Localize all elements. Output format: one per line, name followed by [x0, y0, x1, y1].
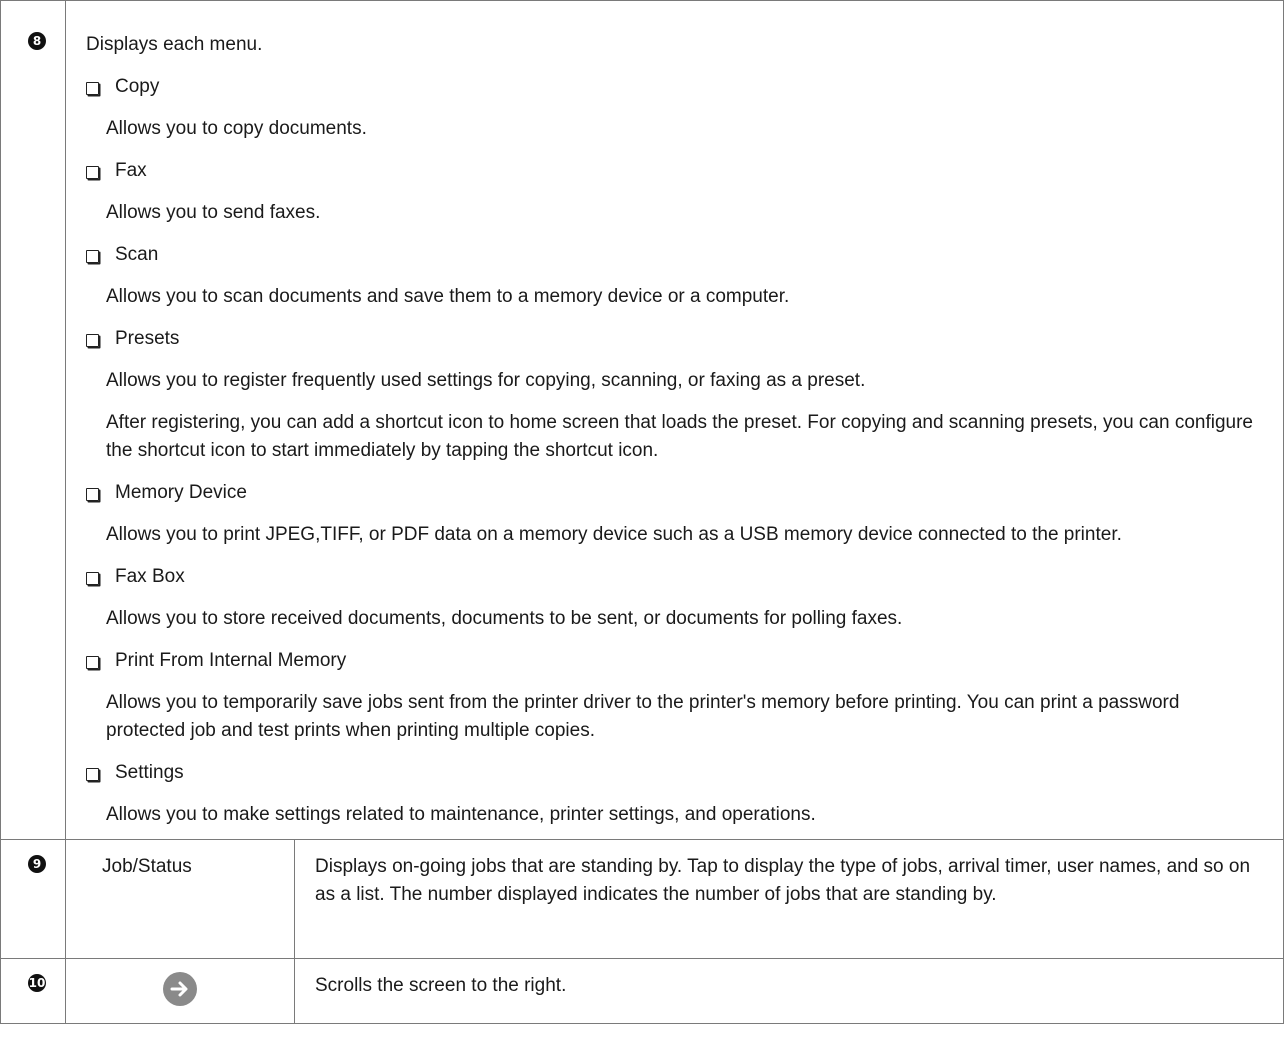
- checkbox-bullet-icon: [86, 571, 99, 585]
- menu-item-label: Fax Box: [115, 566, 185, 587]
- menu-item-description: Allows you to print JPEG,TIFF, or PDF da…: [106, 524, 1122, 545]
- menu-item-heading: Fax Box: [86, 563, 1263, 591]
- menu-item-description: Allows you to scan documents and save th…: [106, 286, 790, 307]
- checkbox-bullet-icon: [86, 487, 99, 501]
- item-description: Scrolls the screen to the right.: [315, 975, 567, 996]
- menu-item-description: Allows you to make settings related to m…: [106, 804, 816, 825]
- menu-item-description: Allows you to copy documents.: [106, 118, 367, 139]
- row-number-badge: 10: [28, 974, 46, 992]
- manual-page: 8 Displays each menu. Copy Allows you to …: [0, 0, 1284, 1063]
- table-row-8: 8 Displays each menu. Copy Allows you to …: [0, 0, 1284, 840]
- item-name: Job/Status: [102, 856, 192, 877]
- row-number-cell: 8: [0, 0, 66, 840]
- menu-item-heading: Fax: [86, 157, 1263, 185]
- menu-item-description: Allows you to temporarily save jobs sent…: [106, 692, 1180, 741]
- menu-item-heading: Presets: [86, 325, 1263, 353]
- menu-description-table: 8 Displays each menu. Copy Allows you to …: [0, 0, 1284, 1024]
- checkbox-bullet-icon: [86, 767, 99, 781]
- table-row-9: 9 Job/Status Displays on-going jobs that…: [0, 839, 1284, 959]
- menu-item-heading: Scan: [86, 241, 1263, 269]
- table-row-10: 10 Scrolls the screen to the right.: [0, 958, 1284, 1024]
- menu-item-label: Print From Internal Memory: [115, 650, 347, 671]
- checkbox-bullet-icon: [86, 655, 99, 669]
- menu-list-lead: Displays each menu.: [86, 34, 263, 55]
- row-content-cell: Displays each menu. Copy Allows you to co…: [65, 0, 1284, 840]
- menu-item-heading: Settings: [86, 759, 1263, 787]
- menu-item-heading: Print From Internal Memory: [86, 647, 1263, 675]
- row-number-cell: 9: [0, 839, 66, 959]
- menu-item-label: Settings: [115, 762, 184, 783]
- item-description-cell: Displays on-going jobs that are standing…: [294, 839, 1284, 959]
- menu-list: Displays each menu. Copy Allows you to co…: [66, 1, 1283, 839]
- checkbox-bullet-icon: [86, 333, 99, 347]
- arrow-right-icon: [163, 972, 197, 1006]
- menu-item-heading: Memory Device: [86, 479, 1263, 507]
- checkbox-bullet-icon: [86, 249, 99, 263]
- row-number-badge: 9: [28, 855, 46, 873]
- item-description-cell: Scrolls the screen to the right.: [294, 958, 1284, 1024]
- menu-item-label: Scan: [115, 244, 159, 265]
- row-number-badge: 8: [28, 32, 46, 50]
- menu-item-description: Allows you to send faxes.: [106, 202, 321, 223]
- item-icon-cell: [65, 958, 295, 1024]
- checkbox-bullet-icon: [86, 165, 99, 179]
- menu-item-description: Allows you to store received documents, …: [106, 608, 903, 629]
- row-number-cell: 10: [0, 958, 66, 1024]
- menu-item-label: Memory Device: [115, 482, 247, 503]
- menu-item-heading: Copy: [86, 73, 1263, 101]
- menu-item-description: Allows you to register frequently used s…: [106, 370, 866, 391]
- menu-item-description: After registering, you can add a shortcu…: [106, 412, 1253, 461]
- menu-items: Copy Allows you to copy documents. Fax Allo…: [86, 73, 1263, 829]
- menu-item-label: Copy: [115, 76, 160, 97]
- menu-item-label: Presets: [115, 328, 180, 349]
- checkbox-bullet-icon: [86, 81, 99, 95]
- menu-item-label: Fax: [115, 160, 147, 181]
- item-name-cell: Job/Status: [65, 839, 295, 959]
- item-description: Displays on-going jobs that are standing…: [315, 856, 1251, 905]
